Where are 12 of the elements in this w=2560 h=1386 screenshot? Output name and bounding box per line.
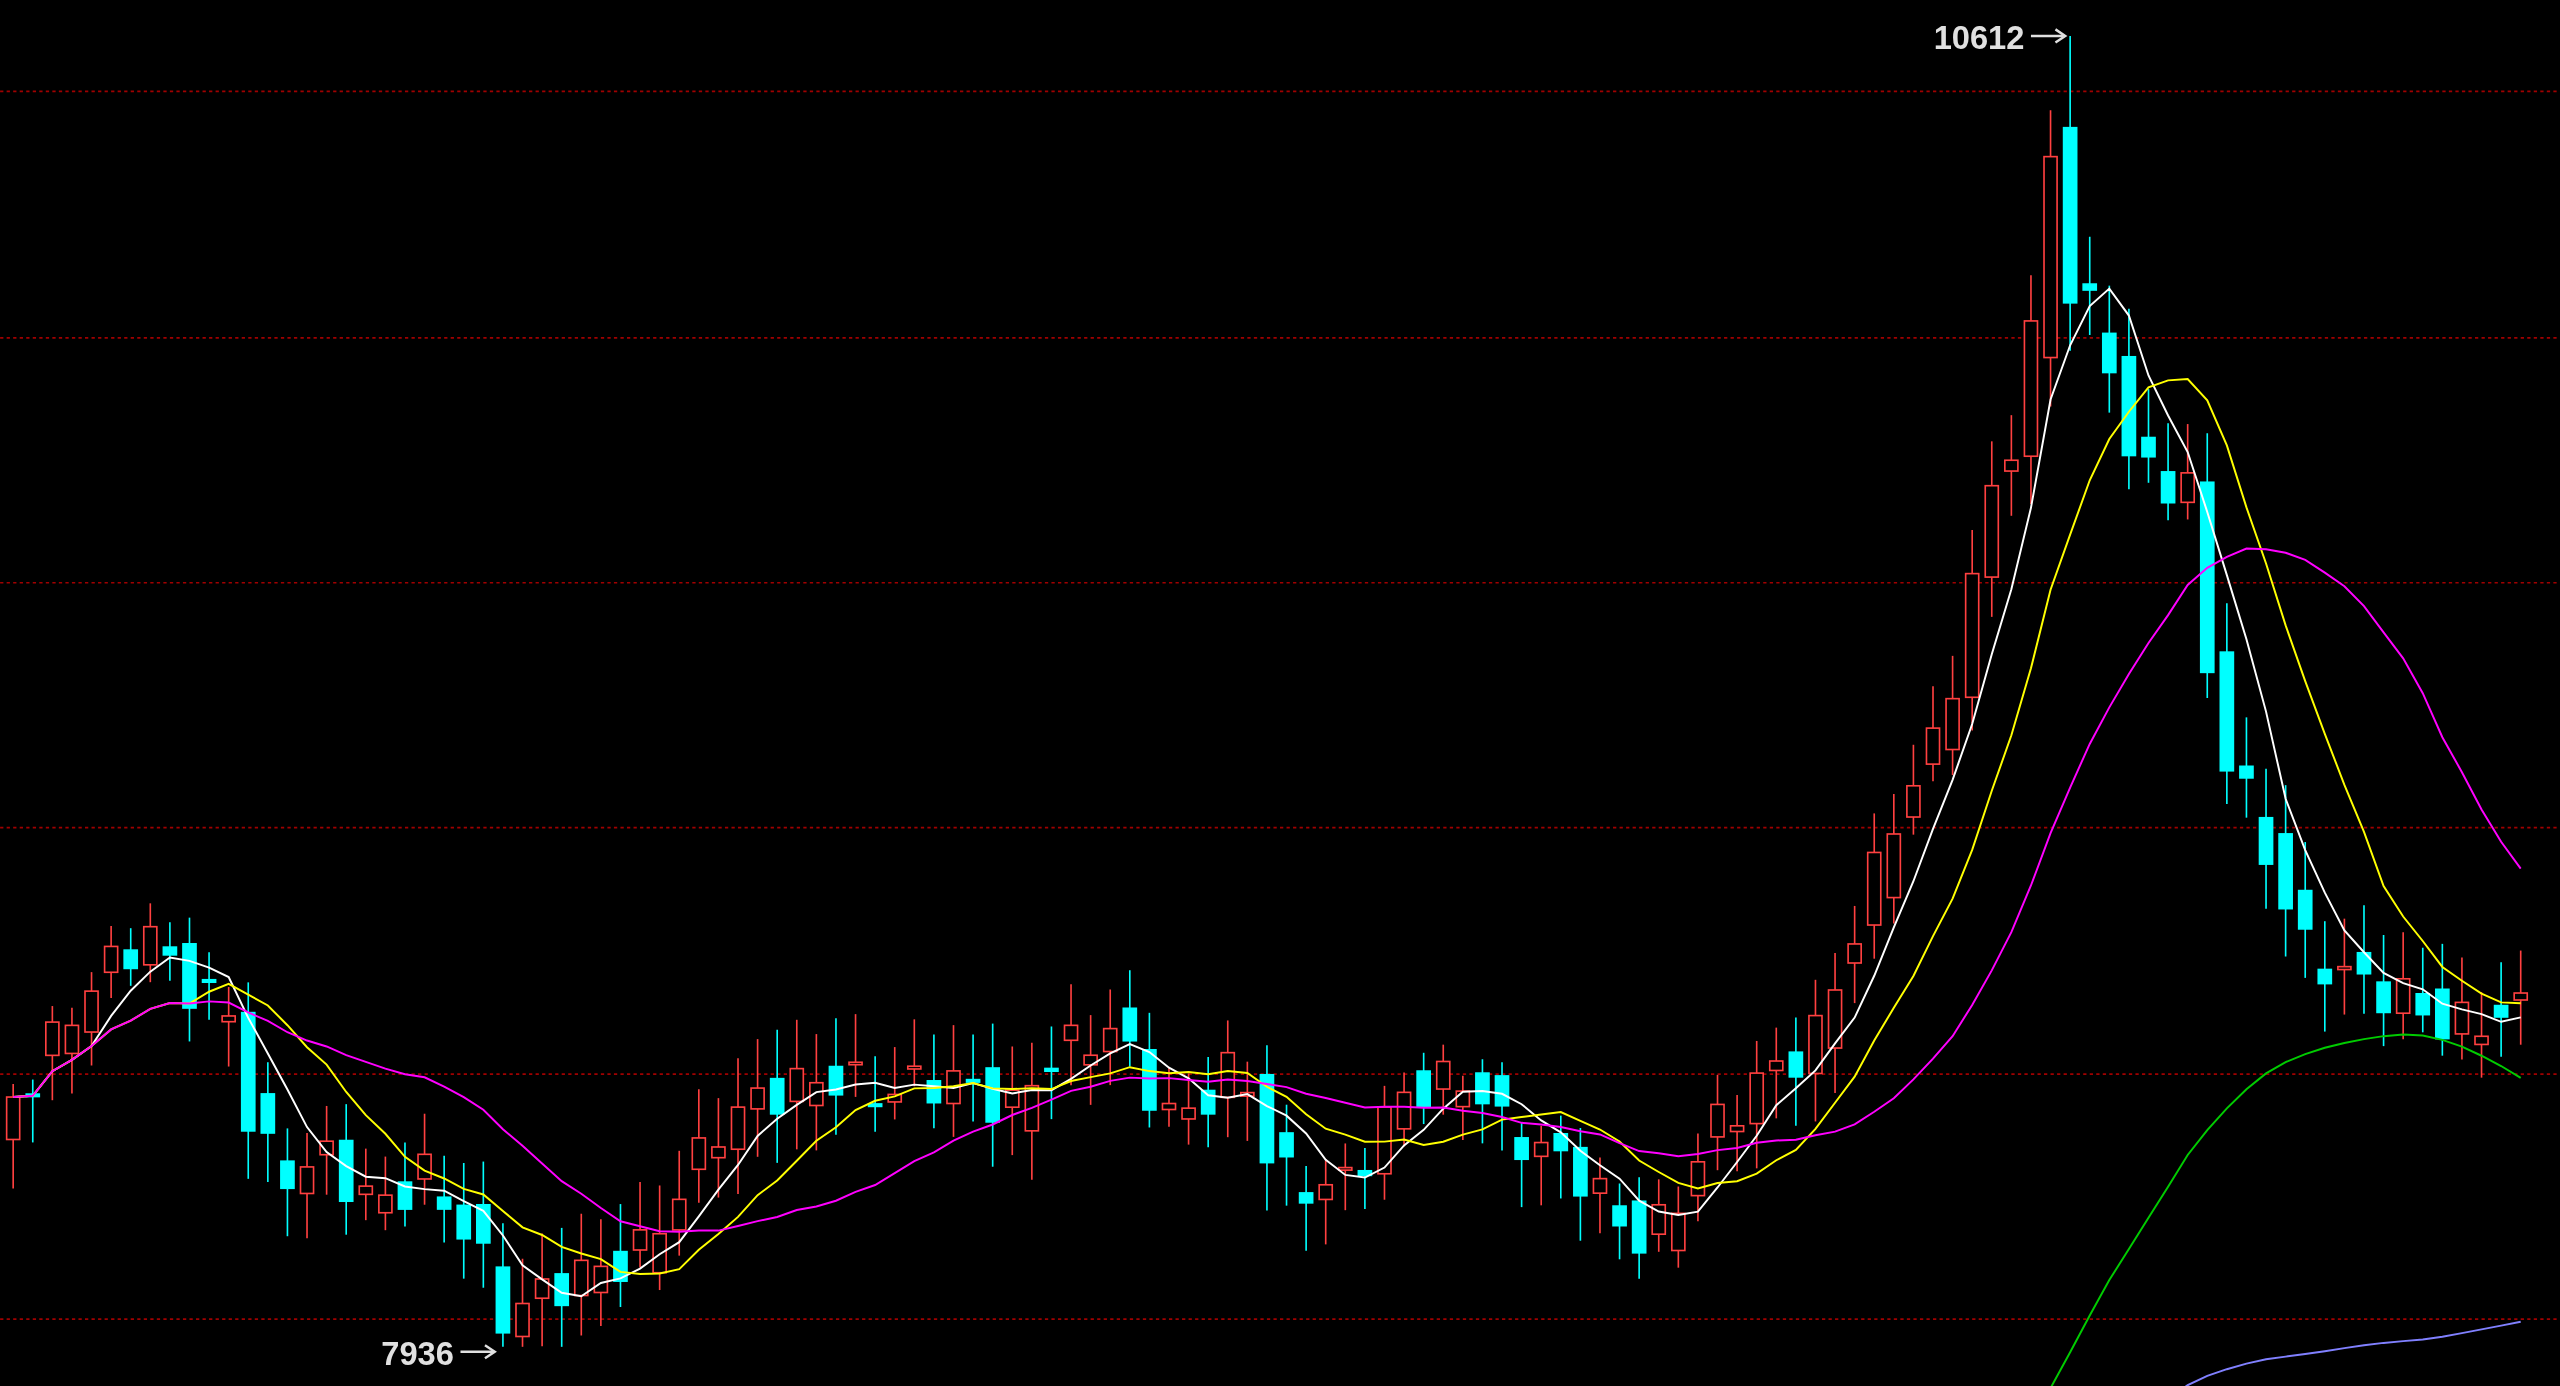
candle	[25, 1078, 41, 1144]
candle	[1161, 1066, 1177, 1128]
candle	[162, 921, 178, 982]
candle	[201, 951, 217, 1021]
arrow-icon	[2030, 28, 2068, 44]
price-label: 7936	[381, 1334, 454, 1372]
candle	[1337, 1142, 1353, 1211]
candle	[1357, 1147, 1373, 1210]
candle	[1455, 1074, 1471, 1141]
price-label: 10612	[1933, 19, 2025, 56]
candle	[123, 927, 139, 987]
arrow-icon	[460, 1344, 497, 1360]
